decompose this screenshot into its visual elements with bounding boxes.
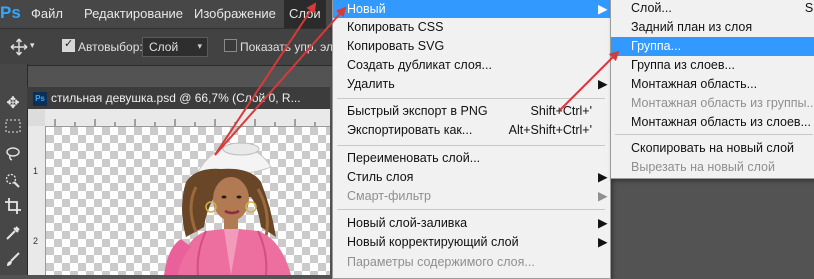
menu-item-artboard-from-layers[interactable]: Монтажная область из слоев... [631, 112, 811, 132]
menu-item-copy-svg[interactable]: Копировать SVG [347, 36, 444, 56]
menu-separator [337, 145, 605, 146]
menu-item-label: Быстрый экспорт в PNG [347, 104, 488, 118]
menu-image[interactable]: Изображение [194, 0, 276, 28]
tools-panel: ✥ [0, 64, 28, 275]
menu-item-new-adjustment-layer[interactable]: Новый корректирующий слой [347, 232, 519, 252]
menu-item-shortcut: Shi [804, 1, 814, 15]
menu-item-quick-export-png[interactable]: Быстрый экспорт в PNG Shift+Ctrl+' [347, 101, 602, 121]
ruler-mark: 1 [33, 166, 39, 176]
brush-icon[interactable] [3, 251, 23, 271]
eyedropper-icon[interactable] [3, 225, 23, 245]
menu-item-shortcut: Alt+Shift+Ctrl+' [508, 123, 592, 137]
new-submenu: Слой... Shi Задний план из слоя Группа..… [610, 0, 814, 179]
autoselect-checkbox[interactable] [62, 37, 75, 52]
menu-item-delete[interactable]: Удалить [347, 74, 395, 94]
menu-item-layer-content-options: Параметры содержимого слоя... [347, 255, 535, 269]
submenu-arrow-icon: ▶ [598, 170, 608, 184]
autoselect-label: Автовыбор: [78, 40, 143, 54]
chevron-down-icon: ▾ [197, 41, 202, 51]
lasso-icon[interactable] [3, 146, 23, 166]
menu-edit[interactable]: Редактирование [84, 0, 183, 28]
submenu-arrow-icon: ▶ [598, 2, 608, 16]
submenu-arrow-icon: ▶ [598, 77, 608, 91]
document-tab[interactable]: Ps стильная девушка.psd @ 66,7% (Слой 0, … [27, 87, 330, 109]
menu-layers[interactable]: Слои [284, 0, 326, 28]
ruler-horizontal [45, 109, 330, 127]
woman-photo-layer [164, 142, 291, 276]
submenu-arrow-icon: ▶ [598, 189, 608, 203]
submenu-arrow-icon: ▶ [598, 235, 608, 249]
show-controls-checkbox[interactable] [224, 39, 237, 52]
menu-item-copy-css[interactable]: Копировать CSS [347, 17, 443, 37]
crop-icon[interactable] [3, 198, 23, 218]
menu-item-duplicate-layer[interactable]: Создать дубликат слоя... [347, 55, 492, 75]
ruler-mark: 2 [33, 236, 39, 246]
document-canvas[interactable] [46, 127, 330, 276]
autoselect-dropdown[interactable]: Слой ▾ [142, 37, 208, 57]
menu-item-new-fill-layer[interactable]: Новый слой-заливка [347, 213, 467, 233]
menu-item-smart-filter: Смарт-фильтр [347, 189, 431, 203]
menu-item-group[interactable]: Группа... [631, 36, 681, 56]
quick-select-icon[interactable] [3, 172, 23, 192]
submenu-arrow-icon: ▶ [598, 216, 608, 230]
ruler-vertical: 1 2 [28, 126, 46, 275]
menu-item-artboard[interactable]: Монтажная область... [631, 74, 757, 94]
menu-item-rename-layer[interactable]: Переименовать слой... [347, 148, 480, 168]
menu-item-group-from-layers[interactable]: Группа из слоев... [631, 55, 735, 75]
menu-separator [337, 98, 605, 99]
menu-item-layer-style[interactable]: Стиль слоя [347, 167, 413, 187]
menu-item-shortcut: Shift+Ctrl+' [530, 104, 592, 118]
menu-separator [337, 209, 605, 210]
photoshop-logo: Ps [0, 3, 21, 22]
menu-item-new-layer[interactable]: Слой... Shi [631, 0, 814, 18]
move-icon[interactable]: ✥ [3, 94, 23, 114]
marquee-icon[interactable] [3, 119, 23, 139]
autoselect-value: Слой [149, 40, 179, 54]
menu-file[interactable]: Файл [31, 0, 63, 28]
menu-separator [615, 134, 813, 135]
menu-item-label: Слой... [631, 1, 672, 15]
menu-item-label: Новый [347, 2, 386, 16]
document-title: стильная девушка.psd @ 66,7% (Слой 0, R.… [51, 91, 301, 105]
tool-preset-arrow-icon[interactable]: ▾ [30, 40, 35, 51]
menu-item-background-from-layer[interactable]: Задний план из слоя [631, 17, 752, 37]
psd-file-icon: Ps [33, 91, 47, 106]
move-tool-icon[interactable] [10, 38, 28, 56]
ruler-corner [28, 109, 45, 126]
menu-item-export-as[interactable]: Экспортировать как... Alt+Shift+Ctrl+' [347, 120, 602, 140]
menu-item-copy-to-new-layer[interactable]: Скопировать на новый слой [631, 138, 794, 158]
menu-item-artboard-from-group: Монтажная область из группы... [631, 96, 814, 110]
menu-item-cut-to-new-layer: Вырезать на новый слой [631, 160, 775, 174]
layer-menu: Новый ▶ Копировать CSS Копировать SVG Со… [332, 0, 611, 279]
menu-item-label: Экспортировать как... [347, 123, 473, 137]
